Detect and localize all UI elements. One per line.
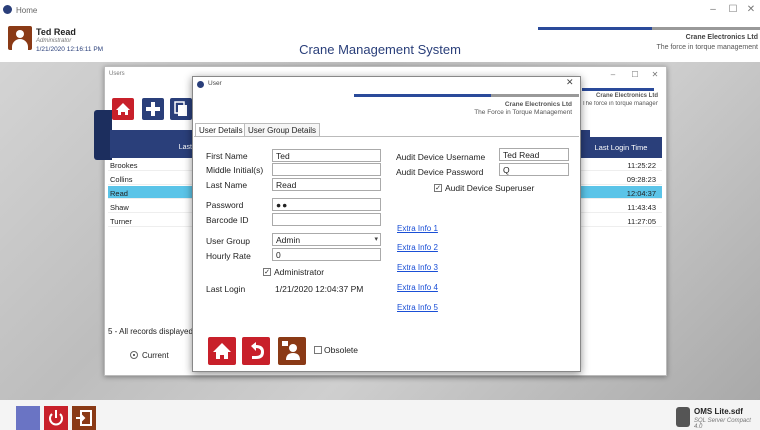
app-icon: [3, 5, 12, 14]
extra-info-1-link[interactable]: Extra Info 1: [397, 224, 438, 233]
brand-bar-gray: [652, 27, 760, 30]
audit-superuser-label[interactable]: Audit Device Superuser: [445, 183, 534, 193]
dialog-brand-bar: [354, 94, 491, 97]
audit-password-field[interactable]: Q: [499, 163, 569, 176]
table-row-last-name[interactable]: Collins: [108, 172, 192, 185]
table-row-last-login[interactable]: 11:25:22: [580, 158, 662, 171]
password-label: Password: [206, 200, 244, 210]
radio-current[interactable]: [130, 351, 138, 359]
users-brand-tagline: The force in torque management: [582, 101, 658, 107]
last-name-label: Last Name: [206, 180, 248, 190]
table-row-last-login[interactable]: 11:27:05: [580, 214, 662, 227]
brand-bar: [538, 27, 652, 30]
users-maximize-icon[interactable]: ☐: [628, 70, 642, 79]
user-icon: [282, 341, 300, 360]
records-status: 5 - All records displayed: [108, 327, 193, 336]
extra-info-5-link[interactable]: Extra Info 5: [397, 303, 438, 312]
audit-username-label: Audit Device Username: [396, 152, 486, 162]
barcode-id-label: Barcode ID: [206, 215, 249, 225]
audit-superuser-checkbox[interactable]: ✓: [434, 184, 442, 192]
first-name-label: First Name: [206, 151, 248, 161]
table-row-last-name[interactable]: Brookes: [108, 158, 192, 171]
tab-user-details[interactable]: User Details: [195, 123, 247, 136]
main-titlebar: Home – ☐ ✕: [0, 0, 760, 20]
middle-initials-field[interactable]: [272, 163, 381, 176]
brand-tagline: The force in torque management: [656, 44, 758, 51]
password-field[interactable]: ●●: [272, 198, 381, 211]
dialog-brand-tagline: The Force in Torque Management: [474, 109, 572, 116]
exit-button[interactable]: [72, 406, 96, 430]
extra-info-3-link[interactable]: Extra Info 3: [397, 263, 438, 272]
database-type: SQL Server Compact 4.0: [694, 418, 751, 430]
undo-icon: [251, 342, 264, 359]
users-close-icon[interactable]: ✕: [648, 70, 662, 79]
administrator-checkbox[interactable]: ✓: [263, 268, 271, 276]
dialog-brand-bar-gray: [491, 94, 579, 97]
table-row-last-name[interactable]: Shaw: [108, 200, 192, 213]
users-brand-bar: [582, 88, 654, 91]
extra-info-4-link[interactable]: Extra Info 4: [397, 283, 438, 292]
user-group-select[interactable]: Admin ▾: [272, 233, 381, 246]
tab-user-group-details[interactable]: User Group Details: [244, 123, 321, 136]
dialog-app-icon: [197, 81, 204, 88]
current-user-name: Ted Read: [36, 27, 76, 37]
barcode-id-field[interactable]: [272, 213, 381, 226]
last-name-field[interactable]: Read: [272, 178, 381, 191]
bottom-bar: [0, 400, 760, 430]
dialog-home-button[interactable]: [208, 337, 236, 365]
table-row-last-login[interactable]: 09:28:23: [580, 172, 662, 185]
power-button[interactable]: [44, 406, 68, 430]
hourly-rate-field[interactable]: 0: [272, 248, 381, 261]
exit-icon: [76, 410, 92, 426]
copy-icon: [174, 101, 187, 116]
power-icon: [49, 410, 63, 426]
maximize-icon[interactable]: ☐: [726, 4, 740, 15]
extra-info-2-link[interactable]: Extra Info 2: [397, 243, 438, 252]
table-row-last-name-selected[interactable]: Read: [108, 186, 192, 199]
table-row-last-login-selected[interactable]: 12:04:37: [580, 186, 662, 199]
user-group-value: Admin: [276, 235, 301, 245]
dialog-title: User: [208, 80, 222, 87]
administrator-label[interactable]: Administrator: [274, 267, 324, 277]
home-icon: [213, 343, 231, 359]
audit-username-field[interactable]: Ted Read: [499, 148, 569, 161]
middle-initials-label: Middle Initial(s): [206, 165, 264, 175]
obsolete-label[interactable]: Obsolete: [324, 345, 358, 355]
dialog-brand-name: Crane Electronics Ltd: [504, 101, 572, 108]
add-user-button[interactable]: [142, 98, 164, 120]
audit-password-label: Audit Device Password: [396, 167, 484, 177]
dialog-close-icon[interactable]: ✕: [566, 77, 574, 88]
copy-user-button[interactable]: [170, 98, 192, 120]
table-row-last-login[interactable]: 11:43:43: [580, 200, 662, 213]
users-minimize-icon[interactable]: –: [606, 70, 620, 79]
chevron-down-icon: ▾: [374, 236, 378, 243]
user-group-label: User Group: [206, 236, 250, 246]
last-login-value: 1/21/2020 12:04:37 PM: [275, 284, 364, 294]
home-icon: [116, 103, 130, 115]
users-window-title: Users: [109, 71, 125, 77]
database-icon: [676, 407, 690, 427]
undo-button[interactable]: [242, 337, 270, 365]
window-title: Home: [16, 6, 38, 15]
table-row-last-name[interactable]: Turner: [108, 214, 192, 227]
user-history-button[interactable]: [278, 337, 306, 365]
home-button[interactable]: [112, 98, 134, 120]
obsolete-checkbox[interactable]: [314, 346, 322, 354]
bottom-menu-button[interactable]: [16, 406, 40, 430]
brand-name: Crane Electronics Ltd: [685, 34, 758, 41]
last-login-label: Last Login: [206, 284, 246, 294]
database-name: OMS Lite.sdf: [694, 407, 743, 416]
radio-current-label[interactable]: Current: [142, 351, 169, 360]
column-header-last-login[interactable]: Last Login Time: [580, 137, 662, 158]
plus-icon: [146, 102, 160, 116]
close-icon[interactable]: ✕: [744, 4, 758, 15]
minimize-icon[interactable]: –: [706, 4, 720, 15]
users-brand-name: Crane Electronics Ltd: [595, 93, 658, 99]
column-header-last-name[interactable]: Last: [112, 144, 192, 151]
first-name-field[interactable]: Ted: [272, 149, 381, 162]
hourly-rate-label: Hourly Rate: [206, 251, 251, 261]
